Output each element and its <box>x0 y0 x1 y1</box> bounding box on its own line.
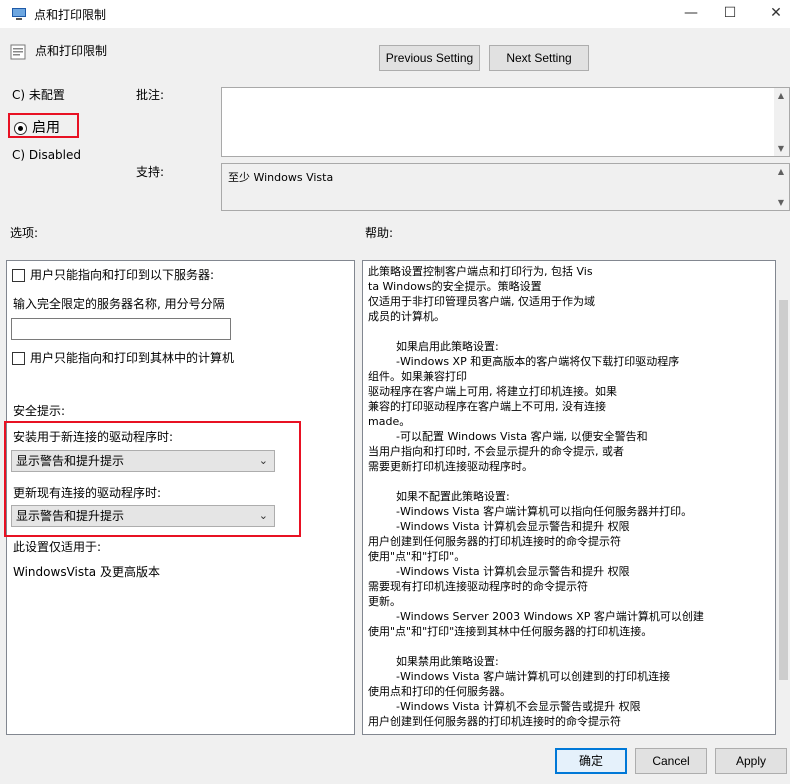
title-bar <box>0 0 790 28</box>
radio-enabled-dot <box>14 121 27 135</box>
scroll-down-icon[interactable]: ▼ <box>774 198 788 207</box>
comment-label: 批注: <box>136 88 165 102</box>
update-connection-label: 更新现有连接的驱动程序时: <box>13 486 162 500</box>
policy-icon <box>10 44 26 60</box>
update-connection-value: 显示警告和提升提示 <box>16 509 125 523</box>
supported-label: 支持: <box>136 165 165 179</box>
cancel-button[interactable]: Cancel <box>635 748 707 774</box>
security-heading: 安全提示: <box>13 404 66 418</box>
app-icon <box>12 8 26 20</box>
comment-textarea[interactable]: ▲ ▼ <box>221 87 790 157</box>
update-connection-select[interactable]: 显示警告和提升提示 ⌄ <box>11 505 275 527</box>
new-connection-value: 显示警告和提升提示 <box>16 454 125 468</box>
radio-disabled-label: C) Disabled <box>12 148 82 162</box>
close-button[interactable]: ✕ <box>765 4 787 22</box>
help-label: 帮助: <box>365 226 394 240</box>
restrict-servers-checkbox[interactable]: 用户只能指向和打印到以下服务器: <box>12 266 214 283</box>
applies-label: 此设置仅适用于: <box>13 540 102 554</box>
next-setting-button[interactable]: Next Setting <box>489 45 589 71</box>
restrict-servers-label: 用户只能指向和打印到以下服务器: <box>30 268 215 282</box>
supported-scrollbar[interactable]: ▲ ▼ <box>774 164 789 210</box>
options-label: 选项: <box>10 226 39 240</box>
supported-box: 至少 Windows Vista ▲ ▼ <box>221 163 790 211</box>
policy-title: 点和打印限制 <box>35 44 108 58</box>
radio-enabled-label: 启用 <box>32 120 60 136</box>
comment-scrollbar[interactable]: ▲ ▼ <box>774 88 789 156</box>
help-text: 此策略设置控制客户端点和打印行为, 包括 Vis ta Windows的安全提示… <box>368 265 704 728</box>
restrict-forest-checkbox[interactable]: 用户只能指向和打印到其林中的计算机 <box>12 349 234 366</box>
restrict-forest-label: 用户只能指向和打印到其林中的计算机 <box>30 351 235 365</box>
radio-disabled[interactable]: C) Disabled <box>12 148 81 162</box>
radio-enabled[interactable]: 启用 <box>14 117 60 137</box>
supported-value: 至少 Windows Vista <box>228 171 334 184</box>
checkbox-icon <box>12 269 25 282</box>
chevron-down-icon: ⌄ <box>258 454 268 467</box>
checkbox-icon <box>12 352 25 365</box>
minimize-button[interactable]: — <box>680 4 702 22</box>
new-connection-select[interactable]: 显示警告和提升提示 ⌄ <box>11 450 275 472</box>
maximize-button[interactable]: ☐ <box>719 4 741 22</box>
radio-not-configured-label: C) 未配置 <box>12 88 65 102</box>
ok-button[interactable]: 确定 <box>555 748 627 774</box>
scroll-up-icon[interactable]: ▲ <box>774 91 788 100</box>
chevron-down-icon: ⌄ <box>258 509 268 522</box>
help-scroll-thumb[interactable] <box>779 300 788 680</box>
apply-button[interactable]: Apply <box>715 748 787 774</box>
scroll-up-icon[interactable]: ▲ <box>774 167 788 176</box>
radio-not-configured[interactable]: C) 未配置 <box>12 86 65 103</box>
previous-setting-button[interactable]: Previous Setting <box>379 45 480 71</box>
applies-value: WindowsVista 及更高版本 <box>13 565 160 579</box>
server-names-input[interactable] <box>11 318 231 340</box>
scroll-down-icon[interactable]: ▼ <box>774 144 788 153</box>
server-prompt: 输入完全限定的服务器名称, 用分号分隔 <box>13 297 225 311</box>
window-title: 点和打印限制 <box>34 8 107 22</box>
help-scrollbar[interactable] <box>777 260 790 735</box>
new-connection-label: 安装用于新连接的驱动程序时: <box>13 430 174 444</box>
help-panel[interactable]: 此策略设置控制客户端点和打印行为, 包括 Vis ta Windows的安全提示… <box>362 260 776 735</box>
